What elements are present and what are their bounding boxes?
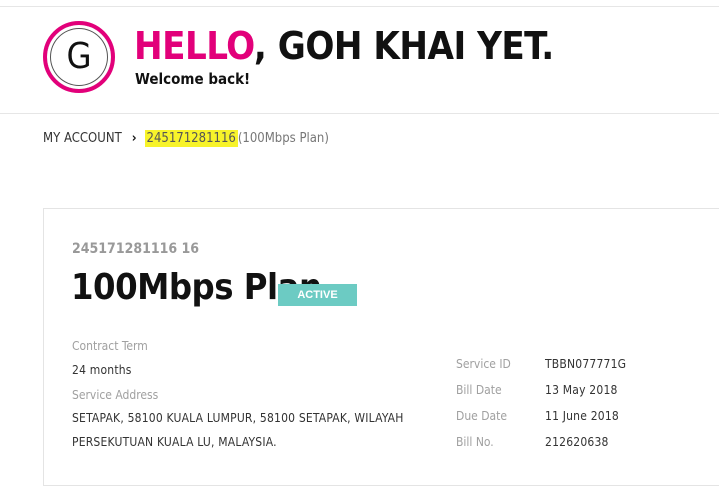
bill-date-value: 13 May 2018 (545, 383, 618, 397)
top-divider (0, 6, 719, 7)
due-date-value: 11 June 2018 (545, 409, 619, 423)
breadcrumb: MY ACCOUNT › 245171281116 (100Mbps Plan) (43, 130, 329, 147)
account-card: 245171281116 16 100Mbps Plan ACTIVE Cont… (43, 208, 719, 486)
contract-term-label: Contract Term (72, 339, 148, 353)
service-id-value: TBBN077771G (545, 357, 627, 371)
contract-term-value: 24 months (72, 363, 132, 377)
avatar-initial: G (66, 36, 92, 77)
bill-date-label: Bill Date (456, 383, 502, 397)
bill-no-label: Bill No. (456, 435, 494, 449)
welcome-text: Welcome back! (135, 70, 251, 88)
breadcrumb-plan-name: (100Mbps Plan) (237, 131, 329, 146)
greeting-name: , GOH KHAI YET. (253, 24, 554, 68)
header-divider (0, 113, 719, 114)
bill-no-value: 212620638 (545, 435, 609, 449)
breadcrumb-account-number: 245171281116 (144, 130, 238, 147)
service-address-line2: PERSEKUTUAN KUALA LU, MALAYSIA. (72, 435, 277, 449)
greeting-hello: HELLO (134, 24, 254, 68)
service-address-label: Service Address (72, 388, 159, 402)
chevron-right-icon: › (131, 131, 137, 146)
account-id: 245171281116 16 (72, 241, 200, 257)
due-date-label: Due Date (456, 409, 508, 423)
service-address-line1: SETAPAK, 58100 KUALA LUMPUR, 58100 SETAP… (72, 411, 404, 425)
avatar: G (43, 21, 115, 93)
greeting-heading: HELLO, GOH KHAI YET. (134, 24, 554, 68)
status-badge: ACTIVE (278, 284, 357, 306)
breadcrumb-my-account[interactable]: MY ACCOUNT (43, 131, 122, 146)
service-id-label: Service ID (456, 357, 511, 371)
